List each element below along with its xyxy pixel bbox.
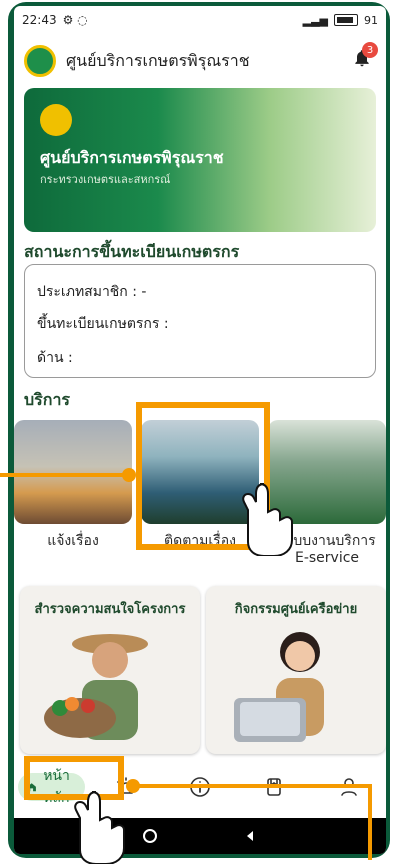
status-bar: 22:43 ⚙ ◌ ▂▃▅ 91 bbox=[14, 6, 386, 34]
farmer-illustration-icon bbox=[44, 634, 148, 740]
registration-card: ประเภทสมาชิก : - ขึ้นทะเบียนเกษตรกร : ด้… bbox=[24, 264, 376, 378]
registration-field: ด้าน : bbox=[37, 350, 73, 366]
app-header: ศูนย์บริการเกษตรพิรุณราช 3 bbox=[14, 36, 386, 86]
app-title: ศูนย์บริการเกษตรพิรุณราช bbox=[66, 50, 250, 70]
hero-subtitle: กระทรวงเกษตรและสหกรณ์ bbox=[40, 173, 171, 186]
battery-percent: 91 bbox=[364, 13, 378, 27]
notification-badge: 3 bbox=[362, 42, 378, 58]
system-back-icon[interactable] bbox=[242, 828, 258, 844]
promo-survey[interactable]: สำรวจความสนใจโครงการ bbox=[20, 586, 200, 754]
service-report[interactable]: แจ้งเรื่อง bbox=[14, 420, 132, 570]
service-report-label: แจ้งเรื่อง bbox=[47, 533, 99, 549]
status-time: 22:43 bbox=[22, 13, 57, 27]
services-title: บริการ bbox=[24, 390, 71, 409]
highlight-dot-track bbox=[122, 468, 136, 482]
registration-title: สถานะการขึ้นทะเบียนเกษตรกร bbox=[24, 242, 240, 261]
battery-icon bbox=[334, 14, 358, 26]
highlight-line-home bbox=[136, 784, 370, 788]
tutorial-frame: 22:43 ⚙ ◌ ▂▃▅ 91 ศูนย์บริการเกษตรพิรุณรา… bbox=[0, 0, 398, 864]
highlight-line-home-down bbox=[368, 784, 372, 860]
registration-member-type: ประเภทสมาชิก : - bbox=[37, 284, 147, 300]
system-home-icon[interactable] bbox=[142, 828, 158, 844]
hand-pointer-icon bbox=[74, 791, 125, 864]
hero-logo-icon bbox=[40, 104, 72, 136]
app-logo-icon bbox=[24, 45, 56, 77]
hero-banner[interactable]: ศูนย์บริการเกษตรพิรุณราช กระทรวงเกษตรและ… bbox=[24, 88, 376, 232]
promo-activities[interactable]: กิจกรรมศูนย์เครือข่าย bbox=[206, 586, 386, 754]
hand-pointer-icon bbox=[242, 483, 293, 556]
status-icons: ⚙ ◌ bbox=[62, 13, 88, 27]
highlight-line-track bbox=[0, 473, 128, 477]
registration-farmer-register: ขึ้นทะเบียนเกษตรกร : bbox=[37, 316, 169, 332]
office-worker-illustration-icon bbox=[234, 632, 324, 742]
signal-icon: ▂▃▅ bbox=[302, 13, 328, 27]
hero-title: ศูนย์บริการเกษตรพิรุณราช bbox=[40, 148, 224, 167]
service-report-image bbox=[14, 420, 132, 524]
